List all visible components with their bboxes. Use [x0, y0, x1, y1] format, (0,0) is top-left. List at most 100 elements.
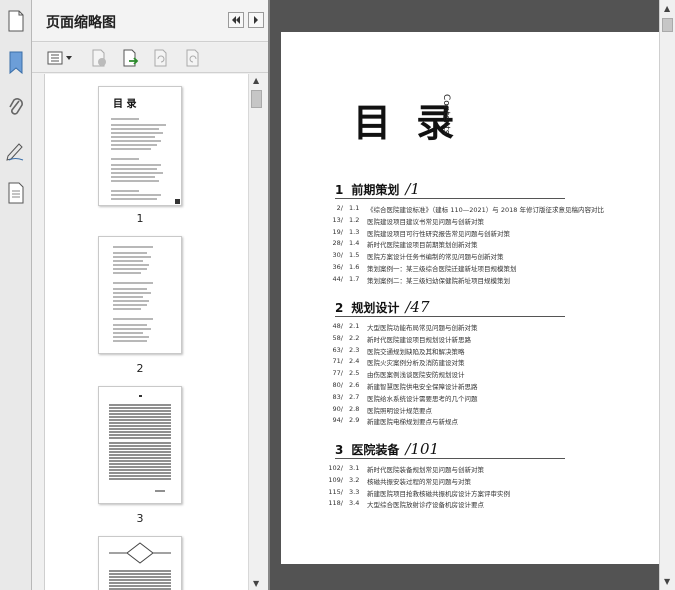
entry-number: 1.2 — [349, 215, 360, 224]
toc-entry[interactable]: 58/2.2 新时代医院建设项目规划设计新思路 — [321, 334, 471, 345]
toc-entry[interactable]: 19/1.3 医院建设项目可行性研究报告常见问题与创新对策 — [321, 228, 510, 239]
toc-entry[interactable]: 36/1.6 策划案例一：某三级综合医院迁建新址项目规模策划 — [321, 263, 517, 274]
document-page: 目 录 Contents 1 前期策划/1 2/1.1 《综合医院建设标准》（建标 1… — [281, 32, 659, 564]
document-scrollbar[interactable]: ▲ ▼ — [659, 0, 675, 590]
entry-page: 80/ — [332, 381, 343, 389]
section-page: /101 — [405, 440, 440, 458]
scroll-thumb[interactable] — [662, 18, 673, 32]
entry-number: 1.7 — [349, 274, 360, 283]
entry-number: 3.4 — [349, 499, 360, 508]
entry-title: 新建医院项目抢救核磁共振机房设计方案评审实例 — [367, 489, 510, 498]
entry-page: 58/ — [332, 333, 343, 342]
collapse-left-icon[interactable] — [228, 12, 244, 28]
entry-title: 新时代医院建设项目规划设计新思路 — [367, 335, 471, 344]
toc-subtitle: Contents — [441, 94, 451, 135]
entry-title: 大型医院功能布局常见问题与创新对策 — [367, 324, 478, 332]
page-content-icon[interactable] — [4, 180, 28, 206]
entry-number: 2.6 — [349, 381, 360, 389]
signature-icon[interactable] — [4, 138, 28, 164]
entry-title: 医院方案设计任务书编制的常见问题与创新对策 — [367, 253, 504, 262]
scroll-up-icon[interactable]: ▲ — [664, 4, 670, 13]
options-menu-icon[interactable] — [46, 48, 74, 68]
toc-entry[interactable]: 48/2.1 大型医院功能布局常见问题与创新对策 — [321, 322, 478, 333]
thumbnail-scrollbar[interactable]: ▲ ▼ — [248, 74, 264, 590]
entry-title: 由伤医案例浅谈医院安防规划设计 — [367, 371, 465, 380]
toc-entry[interactable]: 118/3.4 大型综合医院放射诊疗设备机房设计要点 — [321, 499, 484, 510]
entry-title: 大型综合医院放射诊疗设备机房设计要点 — [367, 501, 484, 510]
entry-number: 3.1 — [349, 464, 360, 472]
thumbnail-list[interactable]: 目 录 1 2 3 — [44, 74, 254, 590]
scroll-down-icon[interactable]: ▼ — [253, 579, 259, 588]
thumbnail-page-4[interactable] — [98, 536, 182, 590]
entry-number: 2.7 — [349, 392, 360, 401]
extract-page-icon[interactable] — [120, 48, 142, 68]
thumbnail-page-3[interactable] — [98, 386, 182, 504]
entry-page: 30/ — [332, 251, 343, 260]
toc-entry[interactable]: 83/2.7 医院给水系统设计需要思考的几个问题 — [321, 393, 478, 404]
toc-entry[interactable]: 80/2.6 新建智慧医院供电安全保障设计新思路 — [321, 381, 478, 392]
toc-entry[interactable]: 2/1.1 《综合医院建设标准》（建标 110—2021）与 2018 年修订版征… — [321, 204, 604, 215]
page-thumbnails-icon[interactable] — [4, 8, 28, 34]
entry-number: 2.4 — [349, 357, 360, 366]
bookmark-icon[interactable] — [4, 50, 28, 76]
entry-title: 医院给水系统设计需要思考的几个问题 — [367, 394, 478, 403]
thumbnail-page-label: 1 — [136, 212, 144, 225]
entry-title: 医院照明设计规范要点 — [367, 406, 432, 415]
toc-entry[interactable]: 30/1.5 医院方案设计任务书编制的常见问题与创新对策 — [321, 251, 504, 262]
entry-page: 2/ — [336, 204, 343, 212]
section-name: 医院装备 — [351, 443, 400, 457]
entry-page: 44/ — [332, 274, 343, 283]
toc-entry[interactable]: 109/3.2 核磁共振安装过程的常见问题与对策 — [321, 476, 471, 487]
delete-page-icon[interactable] — [88, 48, 110, 68]
rotate-page-icon[interactable] — [150, 48, 172, 68]
scroll-down-icon[interactable]: ▼ — [664, 577, 670, 586]
navigation-rail — [0, 0, 32, 590]
section-number: 1 — [335, 183, 344, 197]
entry-title: 医院火灾案例分析及消防建设对策 — [367, 359, 465, 368]
entry-page: 83/ — [332, 392, 343, 401]
toc-entry[interactable]: 28/1.4 新时代医院建设项目前期策划创新对策 — [321, 239, 478, 250]
toc-entry[interactable]: 90/2.8 医院照明设计规范要点 — [321, 405, 432, 416]
thumbnail-page-2[interactable] — [98, 236, 182, 354]
entry-page: 115/ — [328, 487, 343, 496]
attachment-icon[interactable] — [4, 95, 28, 121]
toc-entry[interactable]: 77/2.5 由伤医案例浅谈医院安防规划设计 — [321, 369, 465, 380]
toc-entry[interactable]: 13/1.2 医院建设项目建议书常见问题与创新对策 — [321, 216, 484, 227]
section-name: 规划设计 — [351, 301, 400, 315]
toc-entry[interactable]: 115/3.3 新建医院项目抢救核磁共振机房设计方案评审实例 — [321, 488, 510, 499]
toc-section-heading: 3 医院装备/101 — [335, 440, 439, 458]
entry-title: 《综合医院建设标准》（建标 110—2021）与 2018 年修订版征求意见稿内… — [367, 206, 604, 214]
toc-entry[interactable]: 63/2.3 医院交通规划缺陷及其和解决策略 — [321, 346, 465, 357]
thumbnail-page-label: 2 — [136, 362, 144, 375]
entry-page: 118/ — [328, 499, 343, 508]
svg-text:目 录: 目 录 — [113, 98, 136, 110]
entry-number: 1.1 — [349, 204, 360, 212]
section-page: /1 — [405, 180, 420, 198]
document-viewport[interactable]: 目 录 Contents 1 前期策划/1 2/1.1 《综合医院建设标准》（建标 1… — [268, 0, 659, 590]
toc-entry[interactable]: 71/2.4 医院火灾案例分析及消防建设对策 — [321, 357, 465, 368]
toc-entry[interactable]: 44/1.7 策划案例二：某三级妇幼保健院新址项目规模策划 — [321, 275, 510, 286]
expand-right-icon[interactable] — [248, 12, 264, 28]
entry-number: 2.2 — [349, 333, 360, 342]
toc-entry[interactable]: 102/3.1 新时代医院装备规划常见问题与创新对策 — [321, 464, 484, 475]
entry-number: 1.5 — [349, 251, 360, 260]
section-page: /47 — [405, 298, 430, 316]
section-number: 3 — [335, 443, 344, 457]
scroll-up-icon[interactable]: ▲ — [253, 76, 259, 85]
entry-page: 48/ — [332, 322, 343, 330]
thumbnail-page-1[interactable]: 目 录 — [98, 86, 182, 206]
entry-number: 2.8 — [349, 404, 360, 413]
rotate-counter-page-icon[interactable] — [182, 48, 204, 68]
section-number: 2 — [335, 301, 344, 315]
entry-title: 策划案例二：某三级妇幼保健院新址项目规模策划 — [367, 276, 510, 285]
entry-page: 63/ — [332, 345, 343, 354]
entry-number: 2.3 — [349, 345, 360, 354]
section-rule — [335, 316, 565, 317]
entry-title: 医院建设项目可行性研究报告常见问题与创新对策 — [367, 229, 510, 238]
toc-entry[interactable]: 94/2.9 新建医院电梯规划要点与新规点 — [321, 416, 458, 427]
entry-number: 2.5 — [349, 369, 360, 378]
entry-title: 核磁共振安装过程的常见问题与对策 — [367, 477, 471, 486]
entry-title: 新时代医院装备规划常见问题与创新对策 — [367, 466, 484, 474]
scroll-thumb[interactable] — [251, 90, 262, 108]
entry-page: 28/ — [332, 239, 343, 248]
